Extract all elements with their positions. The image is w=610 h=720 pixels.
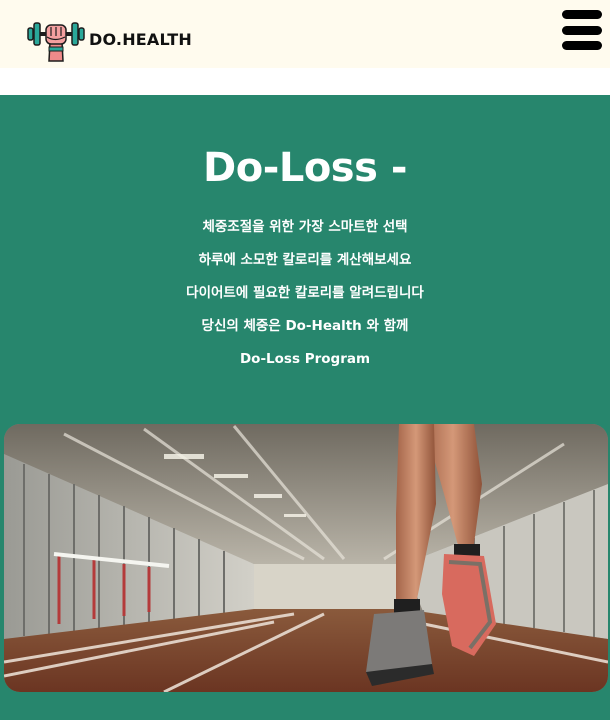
- menu-bar-middle: [562, 25, 602, 35]
- hamburger-menu-icon[interactable]: [562, 10, 602, 50]
- dumbbell-fist-icon: [27, 22, 85, 62]
- hero-line-5: Do-Loss Program: [239, 351, 371, 367]
- brand-name: DO.HEALTH: [89, 29, 192, 49]
- site-header: DO.HEALTH: [0, 0, 610, 68]
- hero-line-3: 다이어트에 필요한 칼로리를 알려드립니다: [186, 285, 424, 301]
- logo[interactable]: DO.HEALTH: [27, 18, 192, 62]
- hero-line-1: 체중조절을 위한 가장 스마트한 선택: [202, 219, 408, 235]
- hero-line-4: 당신의 체중은 Do-Health 와 함께: [201, 318, 409, 334]
- hero-title: Do-Loss -: [203, 145, 407, 191]
- hero-line-2: 하루에 소모한 칼로리를 계산해보세요: [198, 252, 412, 268]
- runner-on-indoor-track-photo: [4, 424, 608, 692]
- menu-bar-bottom: [562, 41, 602, 50]
- hero-section: Do-Loss - 체중조절을 위한 가장 스마트한 선택 하루에 소모한 칼로…: [0, 95, 610, 720]
- header-spacer: [0, 68, 610, 95]
- hero-description: 체중조절을 위한 가장 스마트한 선택 하루에 소모한 칼로리를 계산해보세요 …: [0, 211, 610, 376]
- menu-bar-top: [562, 10, 602, 19]
